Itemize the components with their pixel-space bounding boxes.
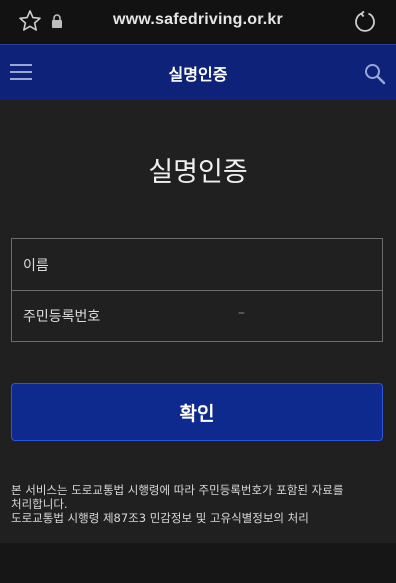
reload-icon[interactable]: [352, 9, 378, 35]
resident-number-separator: –: [238, 305, 245, 321]
search-icon[interactable]: [363, 62, 387, 86]
bottom-area: [0, 543, 396, 583]
browser-toolbar: www.safedriving.or.kr: [0, 0, 396, 44]
address-bar-url[interactable]: www.safedriving.or.kr: [80, 11, 316, 29]
verification-form: 이름 주민등록번호 –: [11, 238, 383, 342]
notice-line: 본 서비스는 도로교통법 시행령에 따라 주민등록번호가 포함된 자료를: [11, 483, 344, 497]
resident-number-field[interactable]: 주민등록번호 –: [12, 290, 382, 341]
name-label: 이름: [23, 258, 49, 274]
header-title: 실명인증: [168, 65, 228, 84]
app-header: 실명인증: [0, 44, 396, 100]
menu-icon[interactable]: [10, 63, 32, 81]
resident-number-label: 주민등록번호: [23, 309, 101, 325]
notice-line: 처리합니다.: [11, 497, 68, 511]
name-field[interactable]: 이름: [12, 239, 382, 291]
star-icon[interactable]: [18, 9, 42, 33]
notice-line: 도로교통법 시행령 제87조3 민감정보 및 고유식별정보의 처리: [11, 511, 309, 525]
confirm-button[interactable]: 확인: [11, 383, 383, 441]
lock-icon: [51, 14, 63, 29]
page-title: 실명인증: [148, 157, 248, 188]
privacy-notice: 본 서비스는 도로교통법 시행령에 따라 주민등록번호가 포함된 자료를 처리합…: [11, 483, 387, 525]
